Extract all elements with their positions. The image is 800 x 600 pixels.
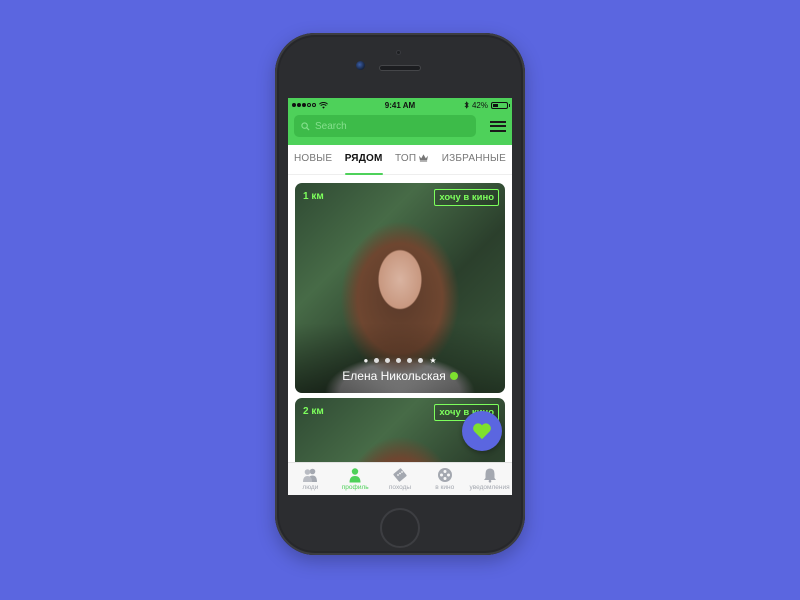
photo-pager[interactable]: ● ★ <box>295 356 505 365</box>
tab-top[interactable]: ТОП <box>395 153 429 175</box>
front-camera <box>356 61 365 70</box>
tab-new[interactable]: НОВЫЕ <box>294 153 332 175</box>
status-time: 9:41 AM <box>384 100 416 110</box>
film-reel-icon <box>437 468 452 482</box>
people-icon <box>303 468 318 482</box>
online-status-indicator <box>449 372 458 380</box>
nav-profile[interactable]: профиль <box>333 467 377 491</box>
person-icon <box>349 468 361 483</box>
search-icon <box>301 121 310 131</box>
star-icon: ★ <box>429 356 437 365</box>
tab-favorites[interactable]: ИЗБРАННЫЕ <box>442 153 506 175</box>
nav-outings[interactable]: походы <box>378 467 422 491</box>
app-screen: 9:41 AM 42% НОВЫЕ РЯДОМ <box>288 98 512 495</box>
status-bar: 9:41 AM 42% <box>288 98 512 112</box>
battery-icon <box>491 101 510 109</box>
profile-name: Елена Никольская <box>342 369 446 383</box>
nav-cinema[interactable]: в кино <box>423 467 467 491</box>
tickets-icon <box>393 468 407 482</box>
search-input[interactable] <box>315 120 455 132</box>
distance-label: 1 км <box>303 191 324 202</box>
earpiece-speaker <box>379 65 421 71</box>
app-header: 9:41 AM 42% <box>288 98 512 145</box>
profile-card[interactable]: 1 км хочу в кино ● ★ Елена Никольская <box>295 183 505 393</box>
proximity-sensor <box>396 50 401 55</box>
bottom-navigation: люди профиль походы в кино уведомления <box>288 462 512 495</box>
bell-icon <box>483 468 496 483</box>
location-pin-icon: ● <box>363 356 369 365</box>
like-button[interactable] <box>462 411 502 451</box>
nav-notifications[interactable]: уведомления <box>468 467 512 491</box>
hamburger-menu-icon <box>490 120 506 123</box>
search-bar[interactable] <box>294 115 476 137</box>
crown-icon <box>419 154 429 162</box>
nav-people[interactable]: люди <box>288 467 332 491</box>
menu-button[interactable] <box>490 120 506 132</box>
tab-nearby[interactable]: РЯДОМ <box>344 153 383 175</box>
home-button[interactable] <box>380 508 420 548</box>
activity-tag[interactable]: хочу в кино <box>434 189 499 206</box>
distance-label: 2 км <box>303 406 324 417</box>
phone-frame: 9:41 AM 42% НОВЫЕ РЯДОМ <box>275 33 525 555</box>
filter-tabs: НОВЫЕ РЯДОМ ТОП ИЗБРАННЫЕ <box>288 145 512 175</box>
heart-icon <box>473 423 491 440</box>
